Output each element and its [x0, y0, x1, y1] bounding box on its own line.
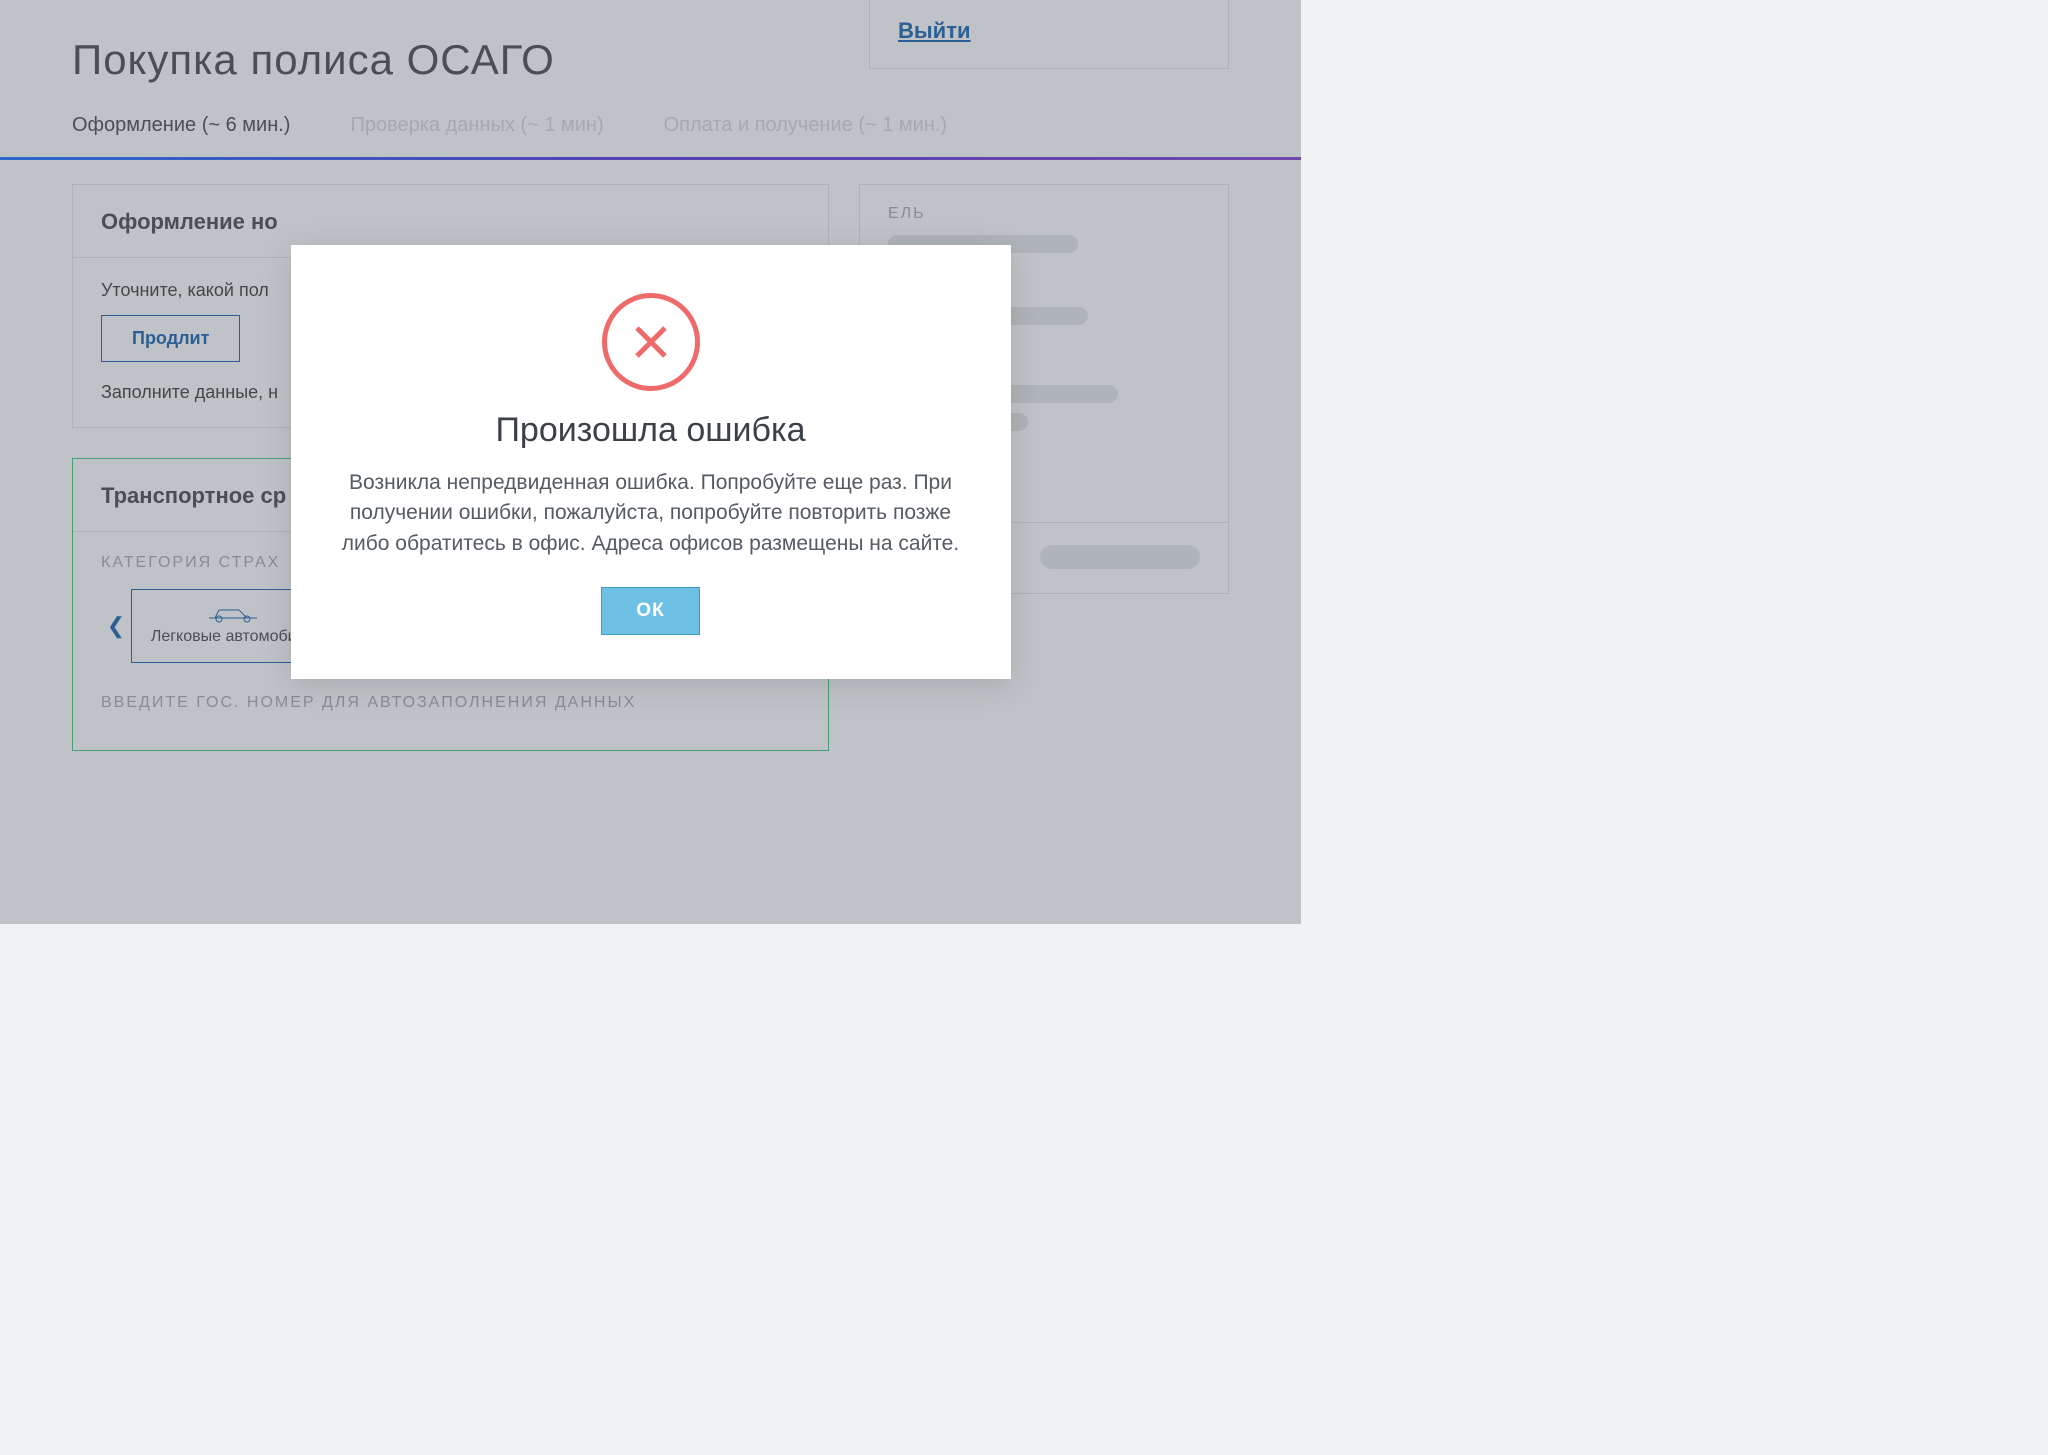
modal-body: Возникла непредвиденная ошибка. Попробуй… [331, 468, 971, 559]
modal-title: Произошла ошибка [331, 411, 971, 450]
error-modal: Произошла ошибка Возникла непредвиденная… [291, 245, 1011, 679]
ok-button[interactable]: ОК [601, 587, 699, 635]
error-icon [602, 293, 700, 391]
modal-overlay[interactable]: Произошла ошибка Возникла непредвиденная… [0, 0, 1301, 924]
